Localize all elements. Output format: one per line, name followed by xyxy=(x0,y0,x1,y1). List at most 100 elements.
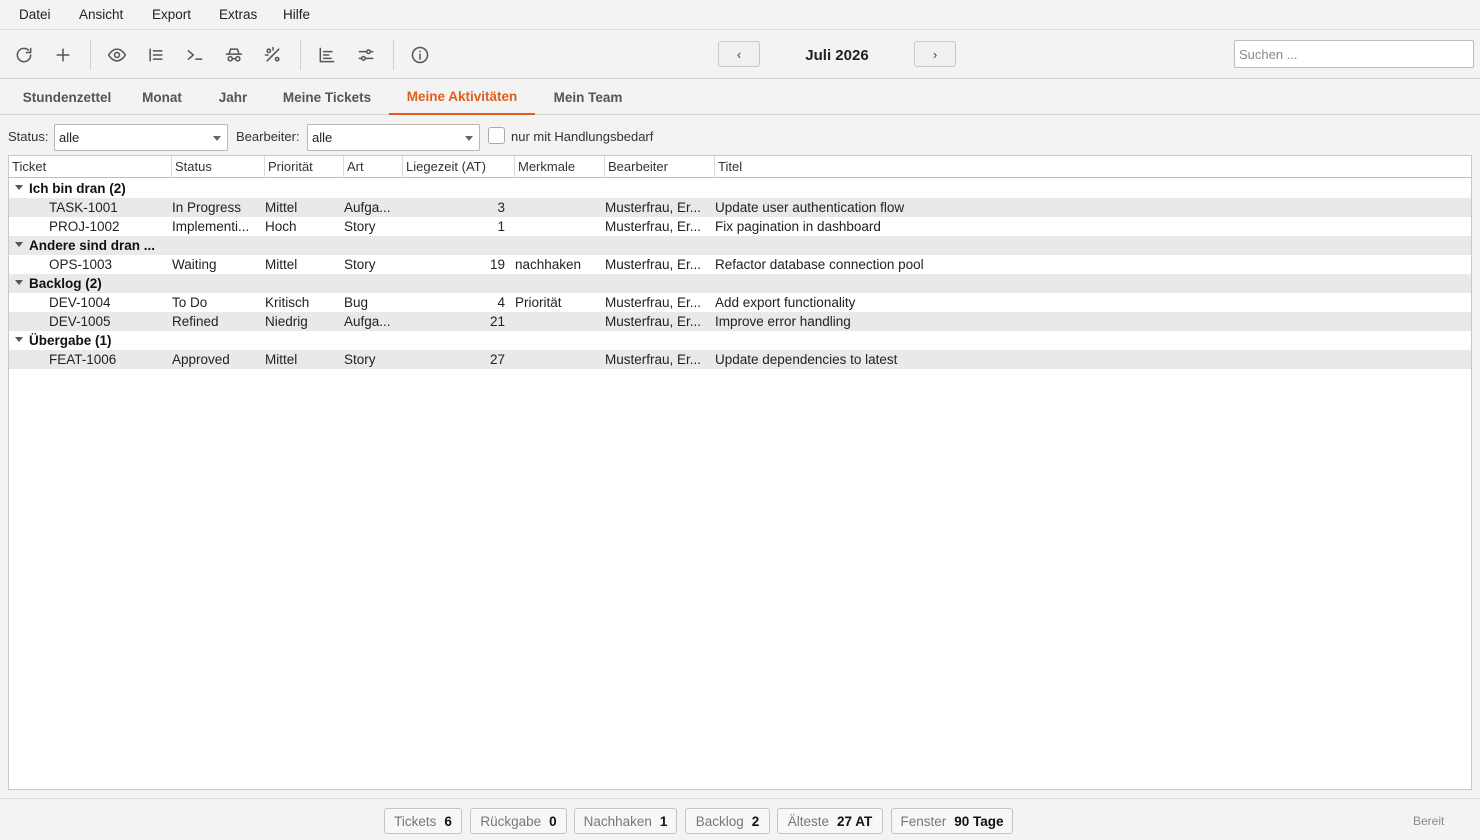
table-row[interactable]: TASK-1001 In Progress Mittel Aufga... 3 … xyxy=(9,198,1471,217)
menu-hilfe[interactable]: Hilfe xyxy=(283,7,310,22)
group-row[interactable]: Backlog (2) xyxy=(9,274,1471,293)
cell-ticket: TASK-1001 xyxy=(49,200,118,215)
cell-titel: Improve error handling xyxy=(715,314,851,329)
cell-titel: Fix pagination in dashboard xyxy=(715,219,881,234)
chip-value: 1 xyxy=(659,813,668,829)
group-row[interactable]: Ich bin dran (2) xyxy=(9,179,1471,198)
cell-liegezeit: 4 xyxy=(497,295,505,310)
add-button[interactable] xyxy=(48,40,78,70)
cell-liegezeit: 1 xyxy=(497,219,505,234)
status-filter-value: alle xyxy=(59,130,80,145)
table-row[interactable]: OPS-1003 Waiting Mittel Story 19 nachhak… xyxy=(9,255,1471,274)
percent-button[interactable] xyxy=(258,40,288,70)
table-row[interactable]: DEV-1005 Refined Niedrig Aufga... 21 Mus… xyxy=(9,312,1471,331)
chip-value: 27 AT xyxy=(837,813,873,829)
group-label: Backlog (2) xyxy=(29,276,102,291)
status-chip-rueckgabe: Rückgabe 0 xyxy=(470,808,567,834)
list-button[interactable] xyxy=(141,40,171,70)
chip-value: 2 xyxy=(751,813,760,829)
table-row[interactable]: DEV-1004 To Do Kritisch Bug 4 Priorität … xyxy=(9,293,1471,312)
status-filter-label: Status: xyxy=(8,129,49,144)
cell-bearbeiter: Musterfrau, Er... xyxy=(605,219,702,234)
toolbar-divider xyxy=(90,40,91,70)
activities-table: Ticket Status Priorität Art Liegezeit (A… xyxy=(8,155,1472,790)
align-button[interactable] xyxy=(312,40,342,70)
chip-value: 90 Tage xyxy=(954,813,1004,829)
dropdown-arrow-icon xyxy=(465,136,473,141)
status-chip-nachhaken: Nachhaken 1 xyxy=(574,808,677,834)
cell-status: Implementi... xyxy=(172,219,250,234)
expand-arrow-icon[interactable] xyxy=(15,280,23,285)
cell-prioritaet: Kritisch xyxy=(265,295,310,310)
menu-export[interactable]: Export xyxy=(152,7,191,22)
cell-liegezeit: 19 xyxy=(489,257,505,272)
refresh-button[interactable] xyxy=(9,40,39,70)
cell-bearbeiter: Musterfrau, Er... xyxy=(605,314,702,329)
month-title: Juli 2026 xyxy=(805,46,869,64)
cell-liegezeit: 3 xyxy=(497,200,505,215)
toolbar-divider xyxy=(393,40,394,70)
status-chip-backlog: Backlog 2 xyxy=(685,808,770,834)
group-row[interactable]: Andere sind dran ... xyxy=(9,236,1471,255)
incognito-icon xyxy=(225,48,243,62)
info-button[interactable] xyxy=(405,40,435,70)
prev-month-button[interactable]: ‹ xyxy=(718,41,760,67)
incognito-button[interactable] xyxy=(219,40,249,70)
column-header-art[interactable]: Art xyxy=(344,156,403,178)
view-button[interactable] xyxy=(102,40,132,70)
menu-extras[interactable]: Extras xyxy=(219,7,257,22)
info-icon xyxy=(411,46,429,64)
menu-bar: Datei Ansicht Export Extras Hilfe xyxy=(0,0,1480,30)
status-filter-select[interactable]: alle xyxy=(54,124,228,151)
menu-ansicht[interactable]: Ansicht xyxy=(79,7,123,22)
filter-bar: Status: alle Bearbeiter: alle nur mit Ha… xyxy=(0,115,1480,155)
align-left-icon xyxy=(319,47,335,63)
column-header-bearbeiter[interactable]: Bearbeiter xyxy=(605,156,715,178)
expand-arrow-icon[interactable] xyxy=(15,185,23,190)
cell-liegezeit: 27 xyxy=(489,352,505,367)
table-row[interactable]: PROJ-1002 Implementi... Hoch Story 1 Mus… xyxy=(9,217,1471,236)
cell-art: Aufga... xyxy=(344,314,391,329)
cell-status: Waiting xyxy=(172,257,217,272)
column-header-status[interactable]: Status xyxy=(172,156,265,178)
settings-button[interactable] xyxy=(351,40,381,70)
table-row[interactable]: FEAT-1006 Approved Mittel Story 27 Muste… xyxy=(9,350,1471,369)
column-header-prioritaet[interactable]: Priorität xyxy=(265,156,344,178)
cell-merkmale xyxy=(515,217,603,236)
search-input[interactable] xyxy=(1234,40,1474,68)
chip-label: Tickets xyxy=(394,813,437,829)
cell-prioritaet: Mittel xyxy=(265,352,298,367)
expand-arrow-icon[interactable] xyxy=(15,337,23,342)
cell-status: To Do xyxy=(172,295,208,310)
column-header-merkmale[interactable]: Merkmale xyxy=(515,156,605,178)
menu-datei[interactable]: Datei xyxy=(19,7,51,22)
status-chip-tickets: Tickets 6 xyxy=(384,808,462,834)
cell-art: Story xyxy=(344,219,376,234)
tab-mein-team[interactable]: Mein Team xyxy=(540,79,636,115)
column-header-liegezeit[interactable]: Liegezeit (AT) xyxy=(403,156,515,178)
plus-icon xyxy=(56,48,70,62)
cell-status: Approved xyxy=(172,352,230,367)
eye-icon xyxy=(107,48,127,62)
terminal-button[interactable] xyxy=(180,40,210,70)
bearbeiter-filter-select[interactable]: alle xyxy=(307,124,480,151)
cell-merkmale xyxy=(515,198,603,217)
column-header-ticket[interactable]: Ticket xyxy=(9,156,172,178)
cell-merkmale xyxy=(515,350,603,369)
expand-arrow-icon[interactable] xyxy=(15,242,23,247)
next-month-button[interactable]: › xyxy=(914,41,956,67)
handlungsbedarf-label: nur mit Handlungsbedarf xyxy=(511,129,654,144)
bearbeiter-filter-value: alle xyxy=(312,130,333,145)
column-header-titel[interactable]: Titel xyxy=(715,156,1471,178)
dropdown-arrow-icon xyxy=(213,136,221,141)
tab-monat[interactable]: Monat xyxy=(126,79,198,115)
group-row[interactable]: Übergabe (1) xyxy=(9,331,1471,350)
tab-jahr[interactable]: Jahr xyxy=(198,79,268,115)
chip-label: Rückgabe xyxy=(480,813,542,829)
group-label: Ich bin dran (2) xyxy=(29,181,126,196)
tab-meine-tickets[interactable]: Meine Tickets xyxy=(268,79,386,115)
terminal-icon xyxy=(187,50,203,60)
tab-meine-aktivitaeten[interactable]: Meine Aktivitäten xyxy=(389,79,535,115)
handlungsbedarf-checkbox[interactable] xyxy=(488,127,505,144)
tab-stundenzettel[interactable]: Stundenzettel xyxy=(8,79,126,115)
